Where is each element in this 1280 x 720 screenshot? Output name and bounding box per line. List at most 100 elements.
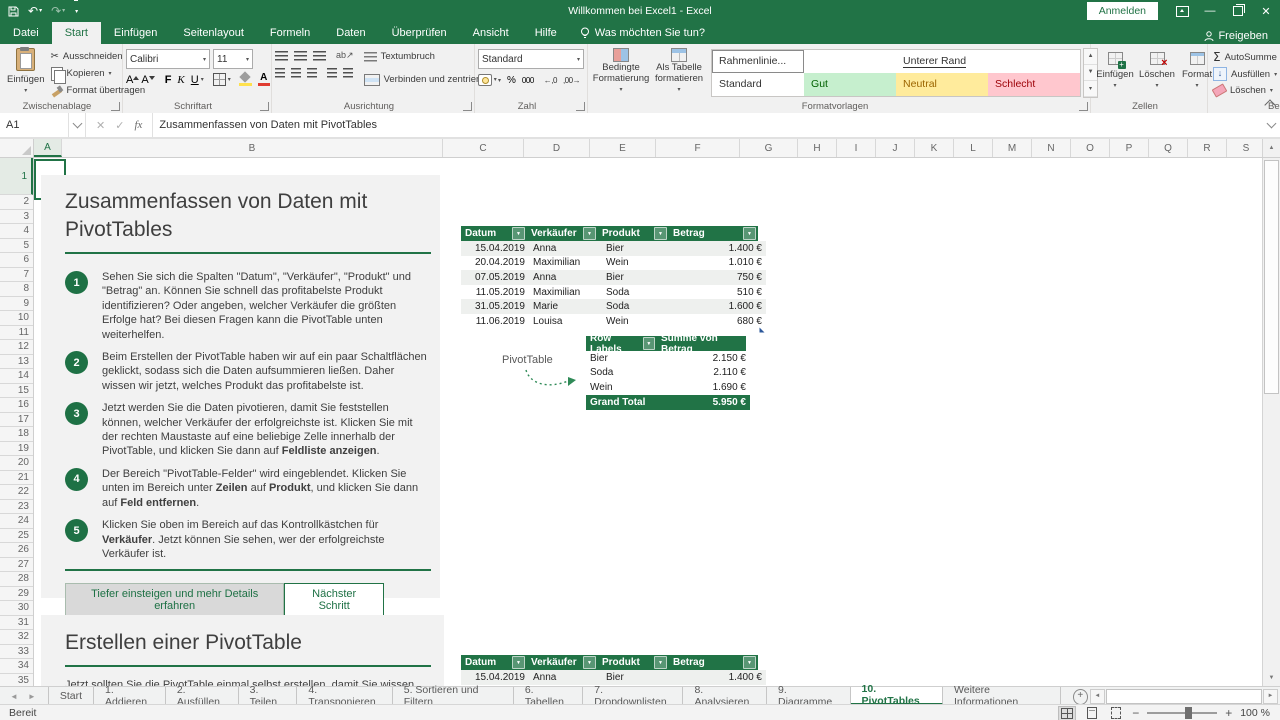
row-header-25[interactable]: 25 <box>0 529 33 544</box>
table-cell[interactable]: Wein <box>602 314 675 329</box>
sheet-tab-9-diagramme[interactable]: 9. Diagramme <box>767 687 851 705</box>
row-header-28[interactable]: 28 <box>0 572 33 587</box>
sheet-tab-4-transponieren[interactable]: 4. Transponieren <box>297 687 392 705</box>
column-header-B[interactable]: B <box>62 139 443 157</box>
ribbon-tab-seitenlayout[interactable]: Seitenlayout <box>170 22 257 44</box>
number-format-select[interactable]: Standard▾ <box>478 49 584 69</box>
borders-button[interactable] <box>213 73 226 86</box>
learn-more-button[interactable]: Tiefer einsteigen und mehr Details erfah… <box>65 583 284 617</box>
row-header-29[interactable]: 29 <box>0 587 33 602</box>
alignment-dialog-launcher[interactable] <box>463 102 472 111</box>
column-header-I[interactable]: I <box>837 139 876 157</box>
column-header-Q[interactable]: Q <box>1149 139 1188 157</box>
sheet-tab-2-ausf-llen[interactable]: 2. Ausfüllen <box>166 687 239 705</box>
row-header-13[interactable]: 13 <box>0 355 33 370</box>
table-cell[interactable]: 11.06.2019 <box>461 314 529 329</box>
table-cell[interactable]: 1.400 € <box>675 670 766 685</box>
row-header-21[interactable]: 21 <box>0 471 33 486</box>
sheet-tab-10-pivottables[interactable]: 10. PivotTables <box>851 687 943 705</box>
column-header-L[interactable]: L <box>954 139 993 157</box>
autosum-button[interactable]: ΣAutoSumme▾ <box>1211 49 1280 66</box>
column-header-J[interactable]: J <box>876 139 915 157</box>
row-header-15[interactable]: 15 <box>0 384 33 399</box>
zoom-slider-thumb[interactable] <box>1185 707 1192 719</box>
normal-view-icon[interactable] <box>1058 706 1076 720</box>
filter-button[interactable]: ▼ <box>512 227 525 240</box>
table-cell[interactable]: 07.05.2019 <box>461 270 529 285</box>
name-box[interactable]: A1 <box>0 113 69 137</box>
ribbon-display-options-button[interactable] <box>1168 0 1196 22</box>
table-cell[interactable]: 31.05.2019 <box>461 299 529 314</box>
comma-style-button[interactable]: 000 <box>522 76 534 85</box>
new-sheet-button[interactable]: + <box>1073 689 1088 705</box>
table-cell[interactable]: Anna <box>529 270 602 285</box>
column-header-cell[interactable]: Betrag▼ <box>669 226 758 241</box>
table-cell[interactable]: Grand Total <box>586 395 659 410</box>
filter-button[interactable]: ▼ <box>743 227 756 240</box>
horizontal-scroll-thumb[interactable] <box>1106 689 1262 704</box>
align-center-icon[interactable] <box>291 68 301 78</box>
italic-button[interactable]: K <box>177 74 184 86</box>
table-cell[interactable]: Bier <box>586 351 659 366</box>
row-header-34[interactable]: 34 <box>0 659 33 674</box>
scroll-down-icon[interactable]: ▼ <box>1263 670 1280 686</box>
column-header-K[interactable]: K <box>915 139 954 157</box>
clear-button[interactable]: Löschen▾ <box>1211 82 1280 99</box>
cell-style-item[interactable]: Gut <box>804 73 896 96</box>
redo-icon[interactable]: ↷▾ <box>51 0 65 22</box>
name-box-dropdown-icon[interactable] <box>69 113 86 137</box>
align-right-icon[interactable] <box>307 68 317 78</box>
row-header-6[interactable]: 6 <box>0 253 33 268</box>
table-cell[interactable]: Wein <box>602 256 675 271</box>
filter-button[interactable]: ▼ <box>654 656 667 669</box>
sheet-tab-5-sortieren-und-filtern[interactable]: 5. Sortieren und Filtern <box>393 687 514 705</box>
table-cell[interactable]: 1.400 € <box>675 241 766 256</box>
column-header-cell[interactable]: Betrag▼ <box>669 655 758 670</box>
column-header-cell[interactable]: Datum▼ <box>461 226 527 241</box>
row-header-24[interactable]: 24 <box>0 514 33 529</box>
row-header-4[interactable]: 4 <box>0 224 33 239</box>
cell-style-item[interactable]: Standard <box>712 73 804 96</box>
cancel-icon[interactable]: ✕ <box>96 119 105 132</box>
select-all-corner[interactable] <box>0 139 34 157</box>
row-header-16[interactable]: 16 <box>0 398 33 413</box>
table-cell[interactable]: 680 € <box>675 314 766 329</box>
percent-style-button[interactable]: % <box>507 75 516 86</box>
undo-icon[interactable]: ↶▾ <box>28 0 42 22</box>
cell-style-item[interactable]: Unterer Rand <box>896 50 988 73</box>
enter-icon[interactable]: ✓ <box>115 119 124 132</box>
table-cell[interactable]: Soda <box>602 299 675 314</box>
table-cell[interactable]: 11.05.2019 <box>461 285 529 300</box>
row-header-2[interactable]: 2 <box>0 195 33 210</box>
table-cell[interactable]: 5.950 € <box>659 395 750 410</box>
tell-me-box[interactable]: Was möchten Sie tun? <box>570 22 715 44</box>
sheet-tab-7-dropdownlisten[interactable]: 7. Dropdownlisten <box>583 687 683 705</box>
ribbon-tab-start[interactable]: Start <box>52 22 101 44</box>
formula-input[interactable]: Zusammenfassen von Daten mit PivotTables <box>153 113 1262 137</box>
hscroll-left-icon[interactable]: ◄ <box>1090 689 1105 704</box>
row-header-10[interactable]: 10 <box>0 311 33 326</box>
table-cell[interactable]: 15.04.2019 <box>461 670 529 685</box>
sheet-nav-right-icon[interactable]: ► <box>28 692 36 701</box>
row-header-31[interactable]: 31 <box>0 616 33 631</box>
row-header-18[interactable]: 18 <box>0 427 33 442</box>
insert-function-icon[interactable]: fx <box>134 119 142 131</box>
column-header-cell[interactable]: Produkt▼ <box>598 226 669 241</box>
column-header-cell[interactable]: Verkäufer▼ <box>527 226 598 241</box>
column-header-E[interactable]: E <box>590 139 656 157</box>
table-cell[interactable]: Soda <box>602 285 675 300</box>
font-family-select[interactable]: Calibri▾ <box>126 49 210 69</box>
sheet-tab-weitere-informationen[interactable]: Weitere Informationen <box>943 687 1061 705</box>
column-header-H[interactable]: H <box>798 139 837 157</box>
row-header-23[interactable]: 23 <box>0 500 33 515</box>
column-header-P[interactable]: P <box>1110 139 1149 157</box>
hscroll-right-icon[interactable]: ► <box>1263 689 1278 704</box>
conditional-formatting-button[interactable]: Bedingte Formatierung▾ <box>591 46 651 99</box>
sheet-tab-6-tabellen[interactable]: 6. Tabellen <box>514 687 583 705</box>
table-cell[interactable]: Maximilian <box>529 285 602 300</box>
sign-in-button[interactable]: Anmelden <box>1087 2 1158 20</box>
orientation-icon[interactable]: ab↗ <box>336 50 354 61</box>
row-header-20[interactable]: 20 <box>0 456 33 471</box>
row-header-11[interactable]: 11 <box>0 326 33 341</box>
next-step-button[interactable]: Nächster Schritt <box>284 583 384 617</box>
